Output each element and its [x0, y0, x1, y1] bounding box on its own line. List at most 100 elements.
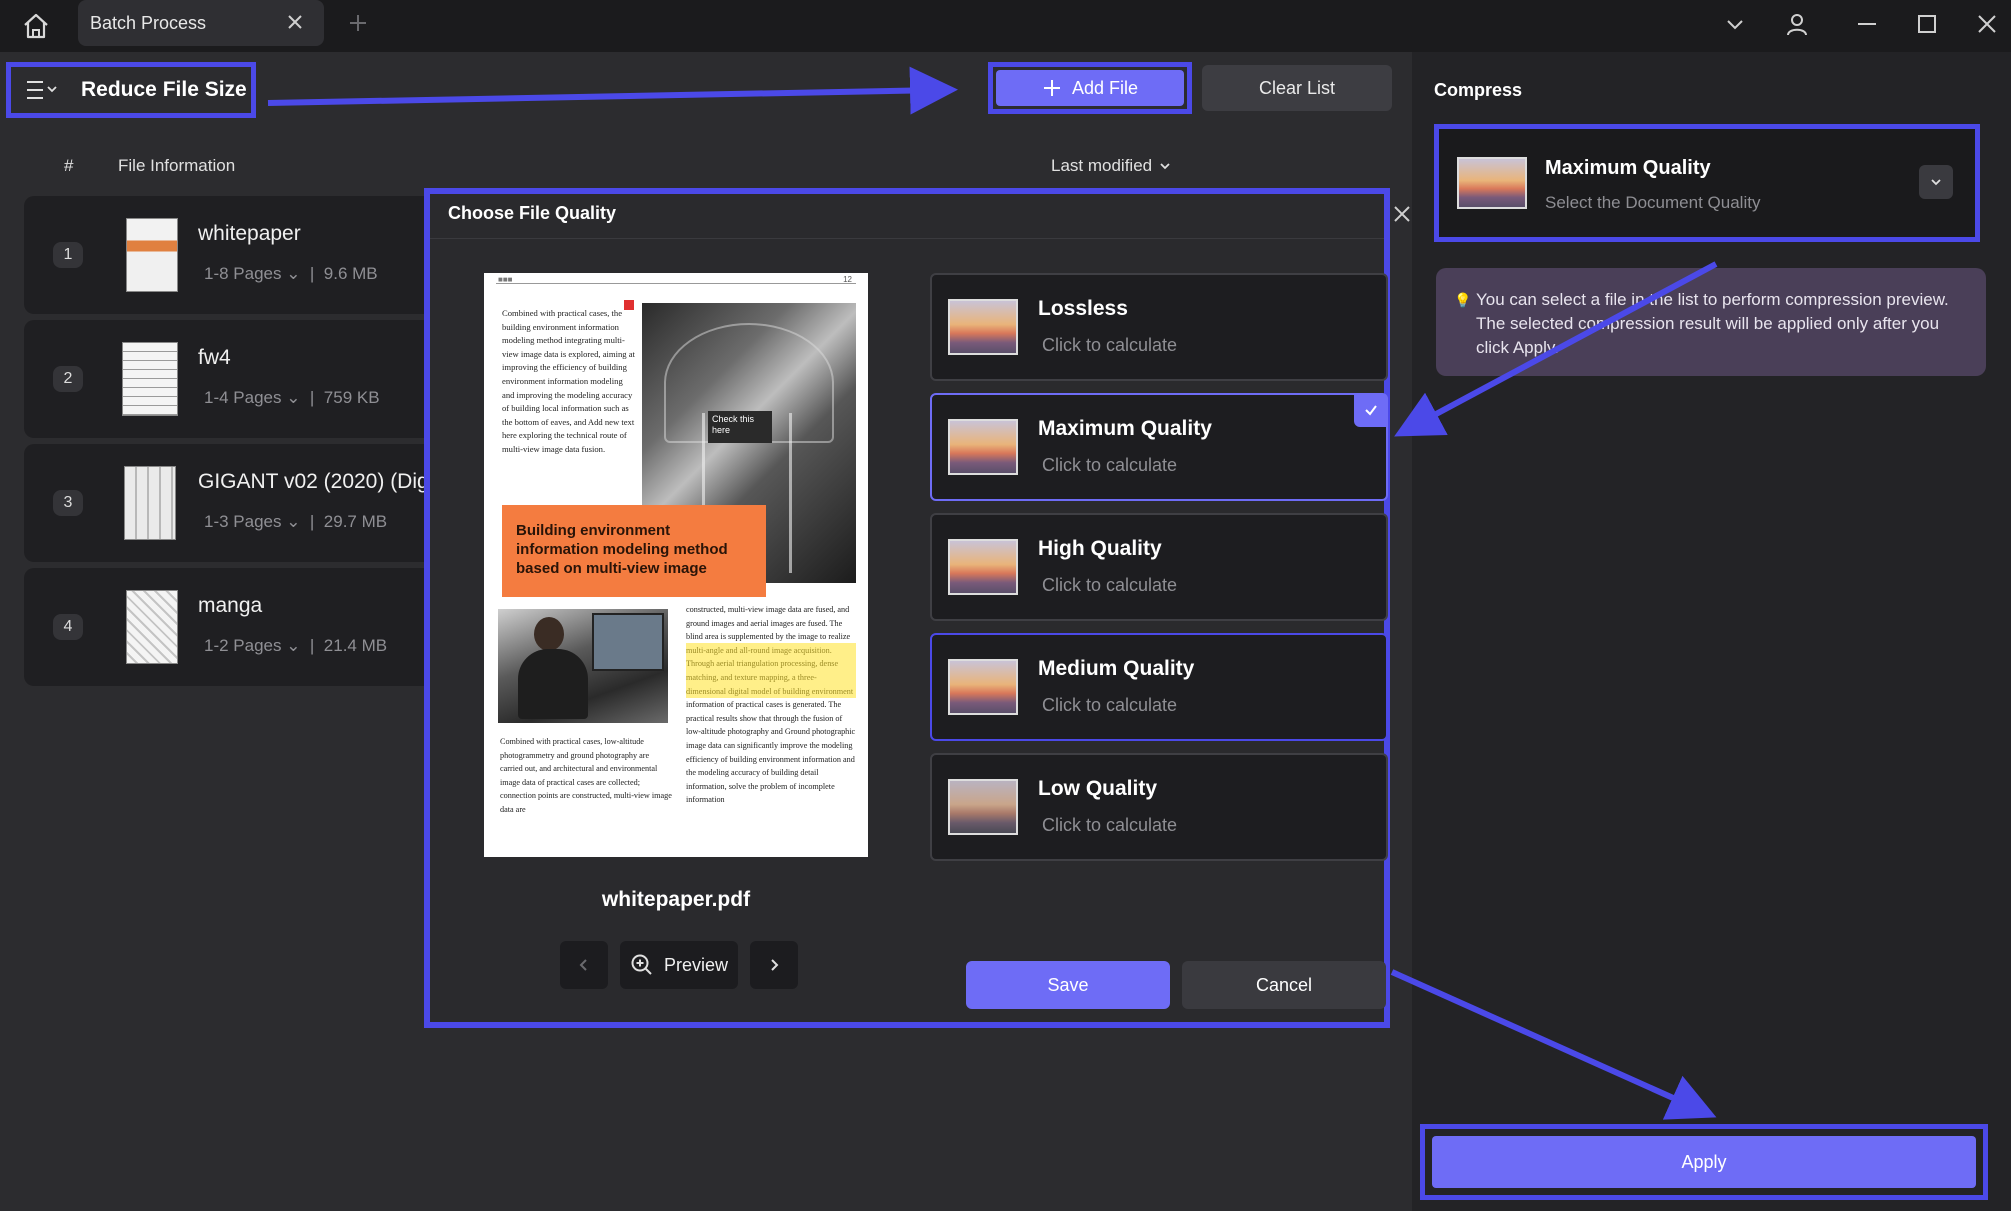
- quality-option-lossless[interactable]: Lossless Click to calculate: [930, 273, 1388, 381]
- file-row[interactable]: 2 fw4 1-4 Pages ⌄ | 759 KB: [24, 320, 444, 438]
- quality-hint: Click to calculate: [1042, 455, 1178, 475]
- office-photo: [498, 609, 668, 723]
- apply-label: Apply: [1681, 1151, 1727, 1172]
- file-pages: 1-4 Pages: [204, 388, 282, 407]
- tab-title: Batch Process: [90, 12, 207, 33]
- file-pages: 1-8 Pages: [204, 264, 282, 283]
- page-column-1: Combined with practical cases, the build…: [502, 308, 635, 454]
- page-column-2: constructed, multi-view image data are f…: [686, 605, 856, 805]
- chevron-down-icon: [1160, 163, 1170, 170]
- file-index: 2: [53, 366, 83, 392]
- add-file-button[interactable]: Add File: [988, 62, 1192, 114]
- quality-hint: Click to calculate: [1042, 695, 1178, 715]
- dialog-title: Choose File Quality: [448, 203, 617, 223]
- preview-button[interactable]: Preview: [620, 941, 738, 989]
- file-row[interactable]: 1 whitepaper 1-8 Pages ⌄ | 9.6 MB: [24, 196, 444, 314]
- tip-box: 💡 You can select a file in the list to p…: [1436, 268, 1986, 376]
- clear-list-button[interactable]: Clear List: [1202, 65, 1392, 111]
- file-name: GIGANT v02 (2020) (Dig: [198, 470, 429, 493]
- quality-option-maximum[interactable]: Maximum Quality Click to calculate: [930, 393, 1388, 501]
- quality-thumbnail: [1457, 157, 1527, 209]
- page-number: 12: [843, 275, 852, 284]
- save-button[interactable]: Save: [966, 961, 1170, 1009]
- column-header-info: File Information: [118, 156, 236, 175]
- file-index: 4: [53, 614, 83, 640]
- page-column-3: Combined with practical cases, low-altit…: [500, 737, 672, 814]
- quality-name: High Quality: [1038, 537, 1162, 560]
- clear-list-label: Clear List: [1258, 77, 1336, 98]
- mode-title: Reduce File Size: [81, 78, 247, 101]
- file-pages: 1-3 Pages: [204, 512, 282, 531]
- chevron-down-icon[interactable]: [1720, 9, 1750, 39]
- tip-text: You can select a file in the list to per…: [1476, 290, 1949, 357]
- add-file-label: Add File: [1071, 77, 1139, 98]
- file-index: 1: [53, 242, 83, 268]
- checkmark-icon: [1354, 393, 1388, 427]
- quality-hint: Click to calculate: [1042, 335, 1178, 355]
- file-row[interactable]: 4 manga 1-2 Pages ⌄ | 21.4 MB: [24, 568, 444, 686]
- quality-thumbnail: [948, 659, 1018, 715]
- chevron-right-icon: [771, 959, 779, 971]
- quality-thumbnail: [948, 779, 1018, 835]
- tab-batch-process[interactable]: Batch Process: [78, 0, 324, 46]
- title-banner: Building environment information modelin…: [502, 505, 766, 597]
- selected-quality-subtitle: Select the Document Quality: [1545, 193, 1761, 212]
- close-tab-icon[interactable]: [284, 11, 306, 33]
- file-row[interactable]: 3 GIGANT v02 (2020) (Dig 1-3 Pages ⌄ | 2…: [24, 444, 444, 562]
- chevron-left-icon: [579, 959, 587, 971]
- file-size: 759 KB: [323, 388, 380, 407]
- file-name: fw4: [198, 346, 231, 369]
- chevron-down-icon[interactable]: [1919, 165, 1953, 199]
- cancel-label: Cancel: [1255, 974, 1313, 995]
- user-icon[interactable]: [1782, 9, 1812, 39]
- title-bar: Batch Process: [0, 0, 2011, 52]
- column-header-number: #: [64, 156, 74, 175]
- menu-button[interactable]: Reduce File Size: [6, 62, 256, 118]
- file-size: 9.6 MB: [323, 264, 378, 283]
- file-thumbnail: [126, 590, 178, 664]
- preview-filename: whitepaper.pdf: [601, 888, 751, 911]
- close-dialog-icon[interactable]: [1390, 202, 1420, 232]
- quality-name: Maximum Quality: [1038, 417, 1212, 440]
- file-meta: 1-2 Pages ⌄ | 21.4 MB: [204, 636, 388, 655]
- file-index: 3: [53, 490, 83, 516]
- file-meta: 1-4 Pages ⌄ | 759 KB: [204, 388, 380, 407]
- apply-button[interactable]: Apply: [1432, 1136, 1976, 1188]
- quality-option-high[interactable]: High Quality Click to calculate: [930, 513, 1388, 621]
- file-meta: 1-8 Pages ⌄ | 9.6 MB: [204, 264, 378, 283]
- next-page-button[interactable]: [750, 941, 798, 989]
- plus-icon: [1043, 80, 1060, 96]
- quality-name: Low Quality: [1038, 777, 1158, 800]
- home-icon[interactable]: [18, 8, 54, 44]
- quality-thumbnail: [948, 299, 1018, 355]
- cancel-button[interactable]: Cancel: [1182, 961, 1386, 1009]
- choose-quality-dialog: Choose File Quality ■■■ 12 Combined with…: [424, 188, 1410, 1028]
- apply-highlight: Apply: [1420, 1124, 1988, 1200]
- lightbulb-icon: 💡: [1454, 292, 1472, 308]
- quality-select[interactable]: Maximum Quality Select the Document Qual…: [1434, 124, 1980, 242]
- comment-marker-icon: [624, 300, 634, 310]
- prev-page-button[interactable]: [560, 941, 608, 989]
- file-size: 29.7 MB: [323, 512, 388, 531]
- selected-quality: Maximum Quality: [1545, 157, 1711, 179]
- quality-option-medium[interactable]: Medium Quality Click to calculate: [930, 633, 1388, 741]
- page-preview: ■■■ 12 Combined with practical cases, th…: [484, 273, 868, 857]
- file-pages: 1-2 Pages: [204, 636, 282, 655]
- zoom-in-icon: [631, 954, 652, 975]
- close-window-icon[interactable]: [1972, 9, 2002, 39]
- quality-thumbnail: [948, 539, 1018, 595]
- file-thumbnail: [124, 466, 176, 540]
- quality-name: Medium Quality: [1038, 657, 1195, 680]
- minimize-icon[interactable]: [1852, 9, 1882, 39]
- quality-name: Lossless: [1038, 297, 1128, 320]
- file-meta: 1-3 Pages ⌄ | 29.7 MB: [204, 512, 388, 531]
- quality-hint: Click to calculate: [1042, 575, 1178, 595]
- sort-dropdown[interactable]: Last modified: [1051, 156, 1172, 176]
- maximize-icon[interactable]: [1912, 9, 1942, 39]
- quality-option-low[interactable]: Low Quality Click to calculate: [930, 753, 1388, 861]
- menu-icon: [27, 81, 57, 99]
- file-thumbnail: [126, 218, 178, 292]
- callout-note: Check this here: [708, 411, 772, 443]
- new-tab-icon[interactable]: [346, 11, 370, 35]
- compress-title: Compress: [1434, 80, 1523, 100]
